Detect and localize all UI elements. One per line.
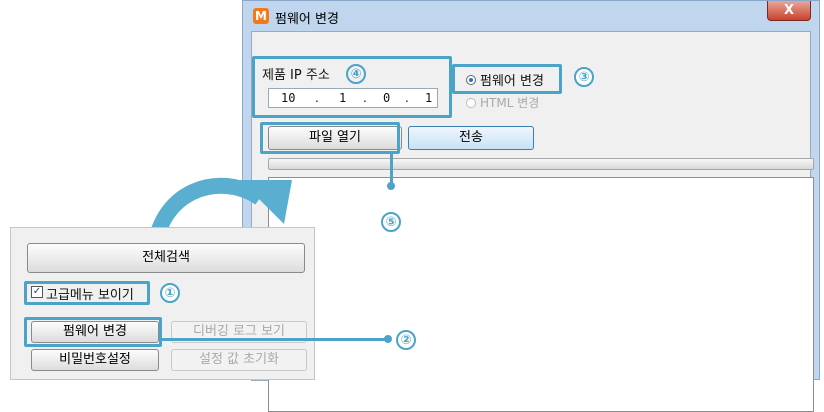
callout-1: ①: [160, 283, 180, 303]
title-bar: M 펌웨어 변경 X: [243, 1, 819, 31]
radio-html-change[interactable]: [466, 98, 476, 108]
password-setting-button[interactable]: 비밀번호설정: [31, 349, 159, 371]
window-title: 펌웨어 변경: [275, 12, 339, 27]
send-button[interactable]: 전송: [408, 126, 534, 150]
log-text-area[interactable]: [268, 177, 814, 412]
callout-5-line: [390, 154, 393, 184]
progress-bar: [268, 158, 814, 170]
callout-2-dot: [384, 335, 392, 343]
highlight-open-file: [260, 122, 400, 154]
close-button[interactable]: X: [767, 1, 811, 21]
reset-settings-button[interactable]: 설정 값 초기화: [171, 349, 307, 371]
highlight-firmware-radio: [452, 64, 562, 94]
callout-2-line: [162, 338, 388, 341]
callout-3: ③: [574, 67, 594, 87]
search-all-button[interactable]: 전체검색: [27, 243, 305, 273]
callout-5: ⑤: [381, 212, 401, 232]
callout-5-dot: [387, 182, 395, 190]
radio-html-change-label[interactable]: HTML 변경: [480, 94, 539, 111]
callout-4: ④: [346, 64, 366, 84]
callout-2: ②: [396, 330, 416, 350]
app-icon: M: [253, 8, 269, 24]
highlight-advanced-menu: [24, 281, 150, 305]
highlight-firmware-change: [24, 317, 162, 347]
